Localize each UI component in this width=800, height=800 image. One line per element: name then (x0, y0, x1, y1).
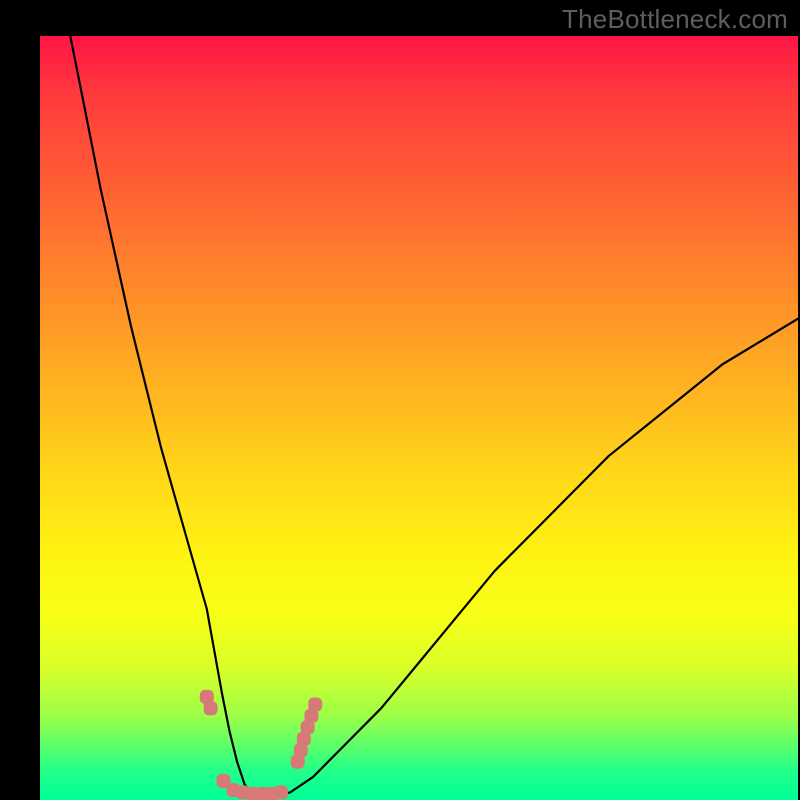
watermark-text: TheBottleneck.com (562, 4, 788, 35)
curve-marker (204, 701, 218, 715)
bottleneck-curve-path (70, 36, 798, 796)
curve-svg (40, 36, 798, 800)
chart-frame: TheBottleneck.com (0, 0, 800, 800)
curve-marker (308, 698, 322, 712)
curve-marker (274, 785, 288, 799)
plot-area (40, 36, 798, 800)
bottleneck-curve (70, 36, 798, 796)
